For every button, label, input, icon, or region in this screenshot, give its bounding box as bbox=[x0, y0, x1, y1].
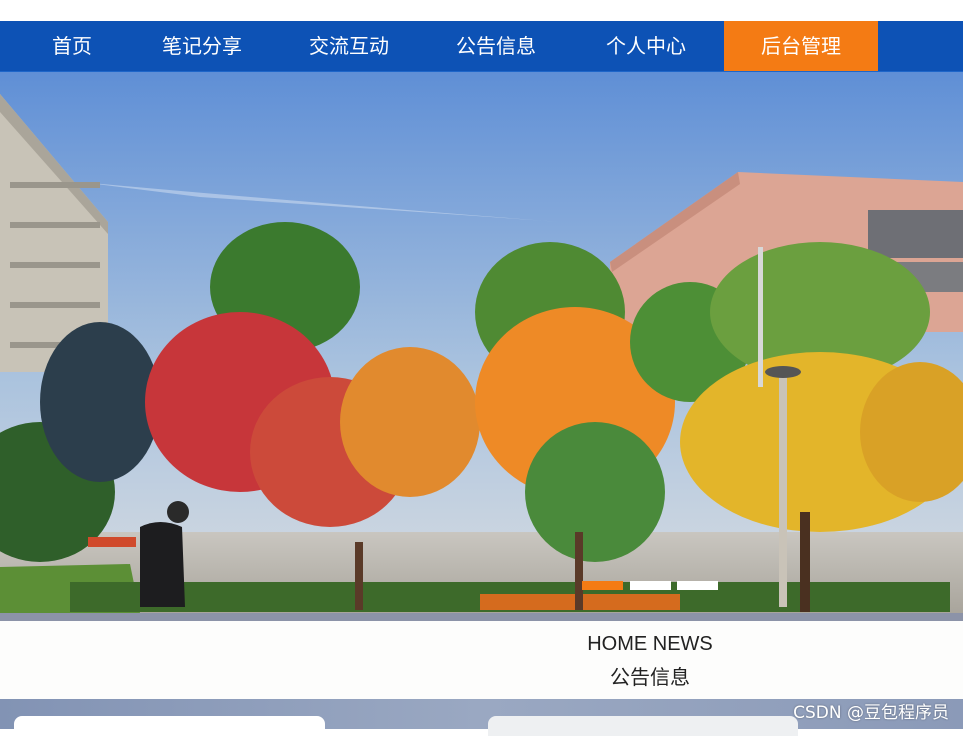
news-card[interactable] bbox=[14, 716, 325, 736]
campus-autumn-photo bbox=[0, 72, 963, 613]
nav-item-home[interactable]: 首页 bbox=[20, 21, 124, 72]
nav-item-admin[interactable]: 后台管理 bbox=[724, 21, 878, 72]
nav-item-exchange[interactable]: 交流互动 bbox=[283, 21, 415, 72]
nav-item-personal-center[interactable]: 个人中心 bbox=[578, 21, 714, 72]
news-title-cn: 公告信息 bbox=[610, 665, 690, 689]
carousel-dot-3[interactable] bbox=[677, 581, 718, 590]
carousel-dot-2[interactable] bbox=[630, 581, 671, 590]
carousel-dot-1[interactable] bbox=[582, 581, 623, 590]
csdn-watermark: CSDN @豆包程序员 bbox=[793, 703, 949, 723]
news-title-en: HOME NEWS bbox=[587, 633, 713, 655]
nav-item-notes-share[interactable]: 笔记分享 bbox=[136, 21, 268, 72]
main-nav: 首页 笔记分享 交流互动 公告信息 个人中心 后台管理 bbox=[0, 21, 963, 73]
nav-item-announcements[interactable]: 公告信息 bbox=[430, 21, 562, 72]
banner-divider bbox=[0, 613, 963, 621]
news-section-header: HOME NEWS 公告信息 bbox=[0, 621, 963, 699]
news-card[interactable] bbox=[488, 716, 798, 736]
banner-carousel[interactable] bbox=[0, 72, 963, 613]
